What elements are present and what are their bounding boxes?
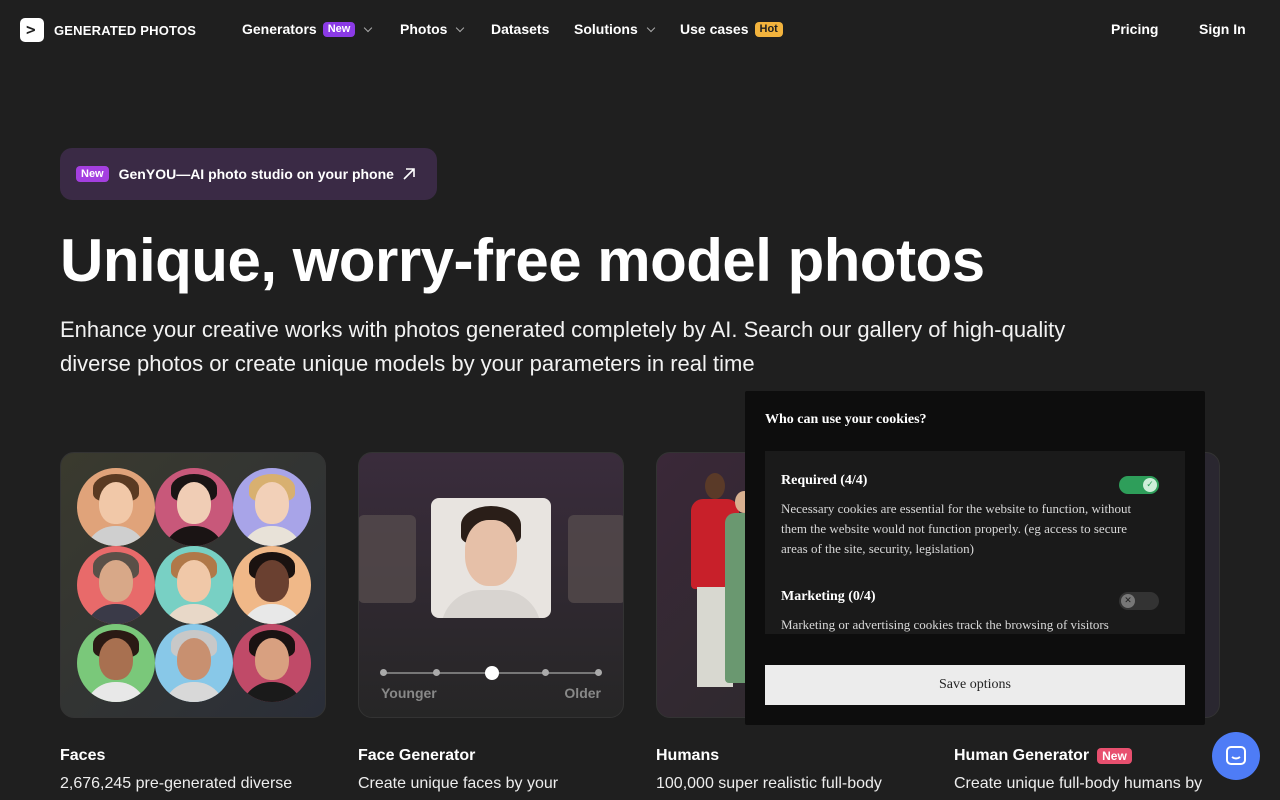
nav-datasets-label: Datasets bbox=[491, 21, 550, 37]
humans-card-desc: 100,000 super realistic full-body bbox=[656, 775, 882, 792]
face-preview-main bbox=[431, 498, 551, 618]
site-logo[interactable]: GENERATED PHOTOS bbox=[20, 18, 196, 42]
slider-label-older: Older bbox=[564, 685, 601, 701]
arrow-up-right-icon bbox=[403, 168, 415, 180]
faces-title-label: Faces bbox=[60, 747, 106, 764]
slider-step bbox=[433, 669, 440, 676]
nav-use-cases[interactable]: Use cases Hot bbox=[680, 21, 783, 37]
age-slider-handle[interactable] bbox=[485, 666, 499, 680]
face-preview-side bbox=[568, 515, 623, 603]
sign-in-link[interactable]: Sign In bbox=[1199, 21, 1246, 37]
face-thumbnail bbox=[155, 546, 233, 624]
nav-pricing[interactable]: Pricing bbox=[1111, 21, 1158, 37]
face-generator-card-desc: Create unique faces by your bbox=[358, 775, 559, 792]
face-thumbnail bbox=[233, 468, 311, 546]
slider-label-younger: Younger bbox=[381, 685, 437, 701]
face-thumbnail bbox=[155, 468, 233, 546]
required-cookies-title: Required (4/4) bbox=[781, 473, 868, 488]
chevron-down-icon bbox=[456, 23, 465, 32]
nav-solutions-label: Solutions bbox=[574, 21, 638, 37]
cookie-categories[interactable]: Required (4/4) ✓ Necessary cookies are e… bbox=[765, 451, 1185, 634]
marketing-cookies-desc: Marketing or advertising cookies track t… bbox=[781, 617, 1109, 632]
nav-photos[interactable]: Photos bbox=[400, 21, 465, 37]
marketing-cookies-title: Marketing (0/4) bbox=[781, 589, 876, 604]
slider-step bbox=[542, 669, 549, 676]
required-cookies-desc: Necessary cookies are essential for the … bbox=[781, 501, 1132, 556]
face-generator-title-label: Face Generator bbox=[358, 747, 476, 764]
required-cookies-toggle[interactable]: ✓ bbox=[1119, 476, 1159, 494]
cookie-consent-dialog: Who can use your cookies? Required (4/4)… bbox=[745, 391, 1205, 725]
nav-datasets[interactable]: Datasets bbox=[491, 21, 549, 37]
human-generator-title-label: Human Generator bbox=[954, 747, 1090, 764]
faces-card-title[interactable]: Faces bbox=[60, 747, 105, 765]
humans-card-title[interactable]: Humans bbox=[656, 747, 719, 765]
chevron-down-icon bbox=[646, 23, 656, 32]
slider-step bbox=[380, 669, 387, 676]
hero-title: Unique, worry-free model photos bbox=[60, 227, 985, 294]
nav-generators[interactable]: Generators New bbox=[242, 21, 373, 37]
chat-launcher-button[interactable] bbox=[1212, 732, 1260, 780]
faces-card[interactable] bbox=[60, 452, 326, 718]
chat-icon bbox=[1226, 746, 1246, 765]
nav-photos-label: Photos bbox=[400, 21, 448, 37]
face-preview-side bbox=[359, 515, 416, 603]
face-thumbnail bbox=[77, 546, 155, 624]
new-badge: New bbox=[322, 21, 356, 37]
faces-card-desc: 2,676,245 pre-generated diverse bbox=[60, 775, 293, 792]
face-thumbnail bbox=[233, 624, 311, 702]
cookie-dialog-title: Who can use your cookies? bbox=[765, 412, 927, 427]
new-badge: New bbox=[1097, 748, 1132, 764]
human-generator-card-title[interactable]: Human Generator New bbox=[954, 747, 1132, 765]
check-icon: ✓ bbox=[1143, 478, 1157, 492]
logo-text: GENERATED PHOTOS bbox=[54, 22, 197, 38]
top-nav: GENERATED PHOTOS Generators New Photos D… bbox=[0, 0, 1280, 60]
logo-icon bbox=[20, 18, 44, 42]
hot-badge: Hot bbox=[754, 21, 783, 37]
promo-text: GenYOU—AI photo studio on your phone bbox=[118, 166, 394, 182]
face-thumbnail bbox=[77, 624, 155, 702]
face-generator-card-title[interactable]: Face Generator bbox=[358, 747, 475, 765]
close-icon: ✕ bbox=[1121, 594, 1135, 608]
human-generator-card-desc: Create unique full-body humans by bbox=[954, 775, 1203, 792]
hero-lead: Enhance your creative works with photos … bbox=[60, 317, 1066, 376]
face-thumbnail bbox=[233, 546, 311, 624]
face-thumbnail bbox=[77, 468, 155, 546]
humans-title-label: Humans bbox=[656, 747, 720, 764]
face-thumbnail bbox=[155, 624, 233, 702]
face-generator-card[interactable]: Younger Older bbox=[358, 452, 624, 718]
save-options-button[interactable]: Save options bbox=[765, 665, 1185, 705]
marketing-cookies-toggle[interactable]: ✕ bbox=[1119, 592, 1159, 610]
new-badge: New bbox=[76, 166, 109, 182]
nav-use-cases-label: Use cases bbox=[680, 21, 749, 37]
chevron-down-icon bbox=[364, 23, 373, 32]
nav-solutions[interactable]: Solutions bbox=[574, 21, 656, 37]
nav-generators-label: Generators bbox=[242, 21, 317, 37]
slider-step bbox=[595, 669, 602, 676]
promo-banner[interactable]: New GenYOU—AI photo studio on your phone bbox=[60, 148, 437, 200]
